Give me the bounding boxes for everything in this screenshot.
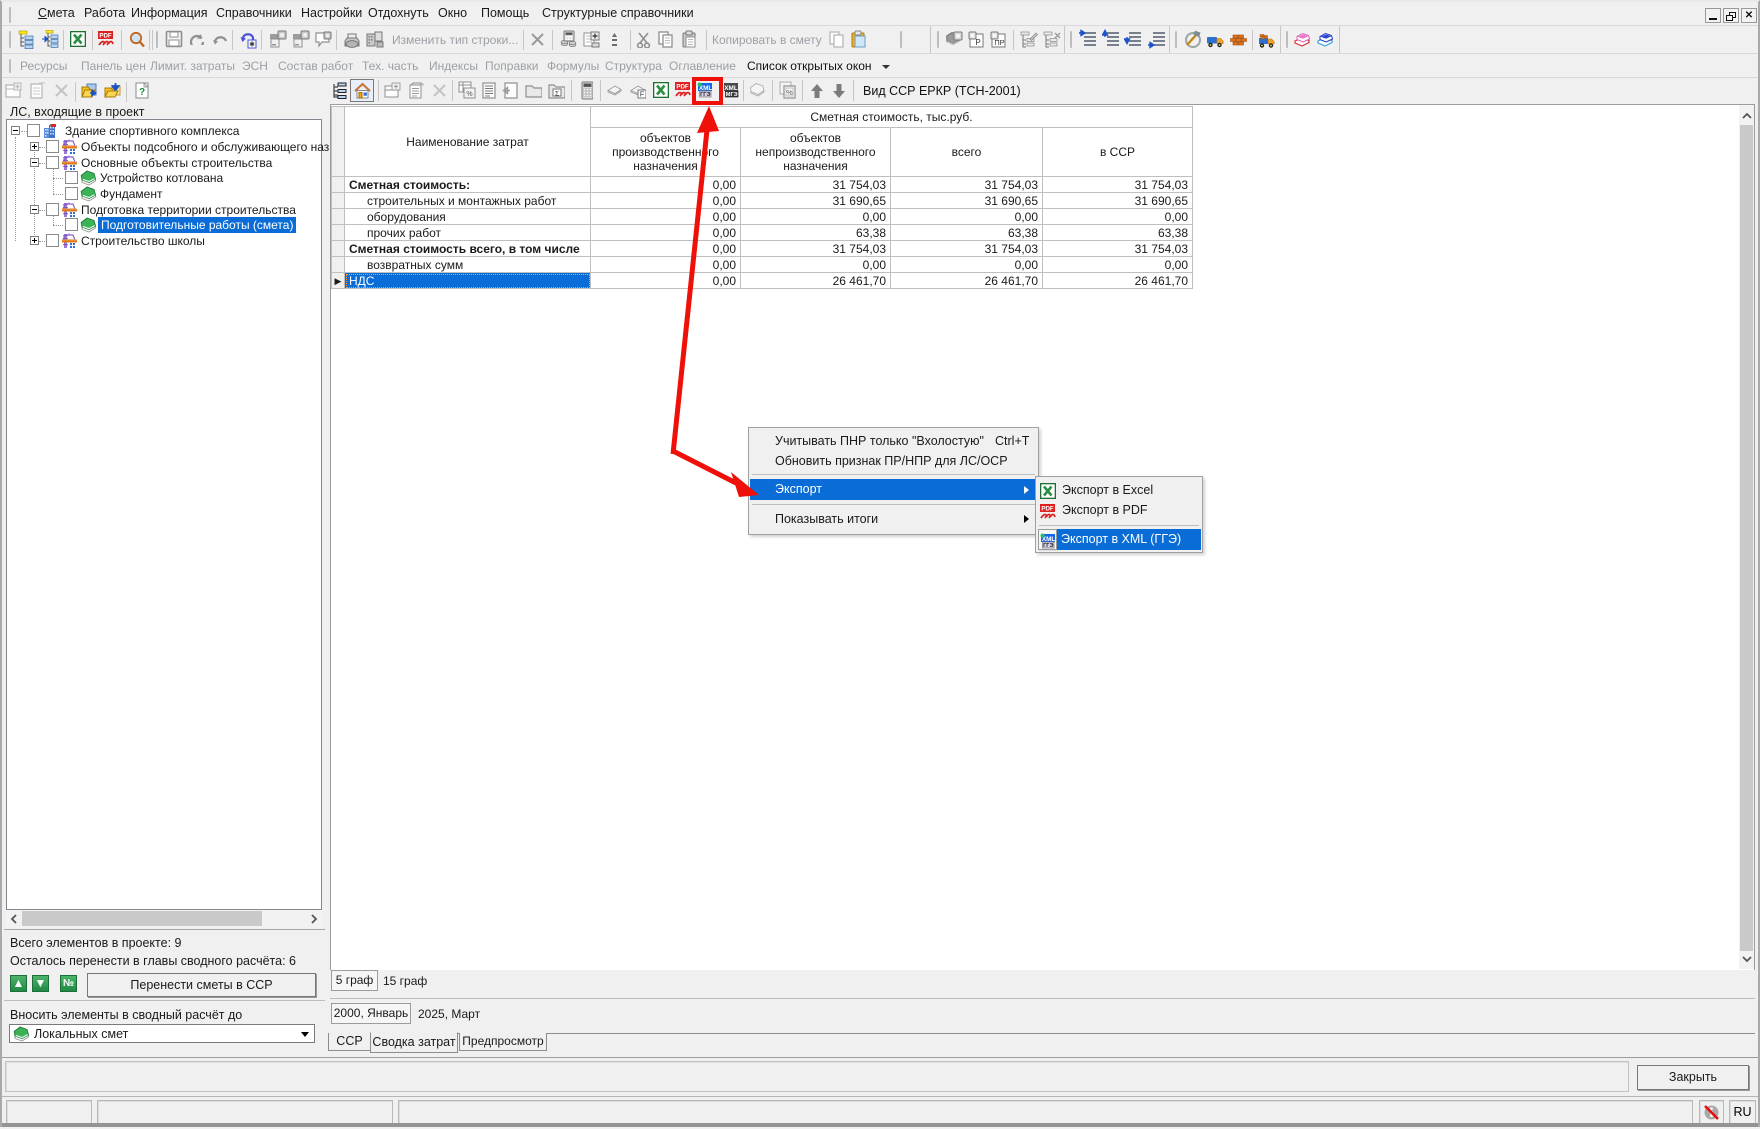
svg-text:ПР: ПР (994, 38, 1004, 47)
svg-text:P: P (975, 38, 980, 47)
svg-text:F: F (640, 92, 644, 99)
svg-text:✱: ✱ (249, 41, 255, 49)
svg-text:?: ? (139, 87, 145, 98)
svg-text:%: % (786, 90, 792, 97)
svg-text:Σ: Σ (555, 90, 559, 97)
svg-text:%: % (466, 91, 472, 98)
